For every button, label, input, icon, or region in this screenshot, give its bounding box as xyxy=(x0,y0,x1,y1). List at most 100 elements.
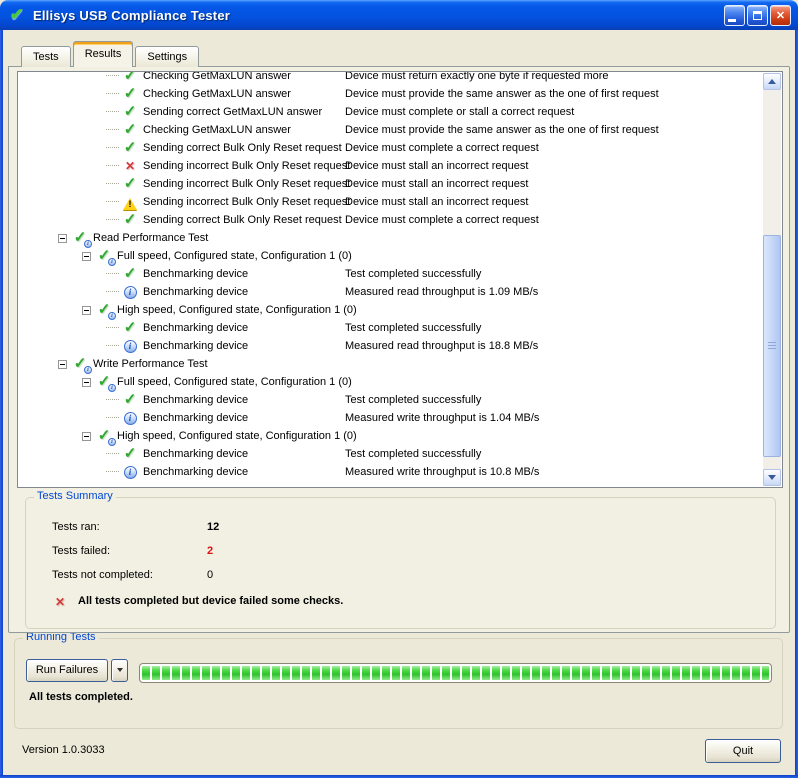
close-icon: ✕ xyxy=(776,9,785,22)
minimize-icon xyxy=(728,19,736,22)
check-with-info-icon: i xyxy=(96,302,112,318)
tree-connector-line xyxy=(106,219,119,221)
maximize-button[interactable] xyxy=(747,5,768,26)
tree-item-label: Sending correct Bulk Only Reset request xyxy=(143,211,342,229)
tree-row[interactable]: iBenchmarking deviceMeasured write throu… xyxy=(18,463,763,481)
tab-tests[interactable]: Tests xyxy=(21,46,71,67)
summary-row-value: 12 xyxy=(207,521,219,533)
tree-row[interactable]: Benchmarking deviceTest completed succes… xyxy=(18,265,763,283)
close-button[interactable]: ✕ xyxy=(770,5,791,26)
quit-button[interactable]: Quit xyxy=(705,739,781,763)
check-with-info-icon: i xyxy=(72,230,88,246)
tree-row[interactable]: Sending incorrect Bulk Only Reset reques… xyxy=(18,157,763,175)
tree-row[interactable]: iBenchmarking deviceMeasured read throug… xyxy=(18,283,763,301)
tree-row[interactable]: Sending correct Bulk Only Reset requestD… xyxy=(18,139,763,157)
tree-item-label: Benchmarking device xyxy=(143,409,248,427)
check-icon xyxy=(122,71,138,84)
check-with-info-icon: i xyxy=(96,428,112,444)
tree-row[interactable]: Checking GetMaxLUN answerDevice must pro… xyxy=(18,121,763,139)
summary-row-label: Tests not completed: xyxy=(52,566,207,584)
minimize-button[interactable] xyxy=(724,5,745,26)
warn-icon: ! xyxy=(122,194,138,210)
tree-item-description: Device must stall an incorrect request xyxy=(345,175,528,193)
collapse-expander-icon[interactable] xyxy=(58,360,67,369)
tree-item-description: Measured read throughput is 18.8 MB/s xyxy=(345,337,538,355)
tree-item-description: Device must provide the same answer as t… xyxy=(345,121,659,139)
tree-row[interactable]: i Read Performance Test xyxy=(18,229,763,247)
run-options-dropdown-button[interactable] xyxy=(111,659,128,682)
tree-row[interactable]: ! Sending incorrect Bulk Only Reset reque… xyxy=(18,193,763,211)
chevron-up-icon xyxy=(768,79,776,84)
dropdown-arrow-icon xyxy=(117,668,123,672)
info-icon: i xyxy=(122,284,138,300)
tree-item-description: Device must provide the same answer as t… xyxy=(345,85,659,103)
app-checkmark-icon: ✔ xyxy=(7,5,27,25)
test-progress-fill xyxy=(142,666,769,680)
tree-row[interactable]: Sending incorrect Bulk Only Reset reques… xyxy=(18,175,763,193)
tests-summary-title: Tests Summary xyxy=(34,490,116,502)
collapse-expander-icon[interactable] xyxy=(82,432,91,441)
tests-summary-group: Tests Summary Tests ran:12Tests failed:2… xyxy=(25,497,776,629)
summary-row-label: Tests failed: xyxy=(52,542,207,560)
info-icon: i xyxy=(122,410,138,426)
scroll-down-button[interactable] xyxy=(763,469,781,486)
tree-row[interactable]: iFull speed, Configured state, Configura… xyxy=(18,373,763,391)
tree-item-label: Read Performance Test xyxy=(93,229,208,247)
tree-row[interactable]: iFull speed, Configured state, Configura… xyxy=(18,247,763,265)
tree-connector-line xyxy=(106,471,119,473)
tree-row[interactable]: i High speed, Configured state, Configura… xyxy=(18,301,763,319)
tree-item-description: Device must complete a correct request xyxy=(345,211,539,229)
window-border-left xyxy=(0,30,3,778)
tree-item-label: Benchmarking device xyxy=(143,319,248,337)
tree-row[interactable]: Benchmarking deviceTest completed succes… xyxy=(18,445,763,463)
chevron-down-icon xyxy=(768,475,776,480)
tree-item-label: Benchmarking device xyxy=(143,463,248,481)
tree-row[interactable]: Checking GetMaxLUN answerDevice must ret… xyxy=(18,71,763,85)
tree-item-label: Benchmarking device xyxy=(143,391,248,409)
summary-row-value: 0 xyxy=(207,569,213,581)
tree-row[interactable]: iHigh speed, Configured state, Configura… xyxy=(18,427,763,445)
tree-row[interactable]: iBenchmarking deviceMeasured read throug… xyxy=(18,337,763,355)
tree-row[interactable]: Sending correct GetMaxLUN answerDevice m… xyxy=(18,103,763,121)
summary-row: Tests not completed:0 xyxy=(52,566,213,584)
tree-item-description: Test completed successfully xyxy=(345,319,481,337)
check-with-info-icon: i xyxy=(96,374,112,390)
run-failures-button[interactable]: Run Failures xyxy=(26,659,108,682)
tree-connector-line xyxy=(106,111,119,113)
tree-row[interactable]: Benchmarking device Test completed succes… xyxy=(18,391,763,409)
tab-settings[interactable]: Settings xyxy=(135,46,199,67)
summary-status: All tests completed but device failed so… xyxy=(52,592,343,610)
vertical-scrollbar[interactable] xyxy=(763,73,781,486)
maximize-icon xyxy=(753,11,762,20)
tree-item-label: High speed, Configured state, Configurat… xyxy=(117,301,357,319)
tree-item-label: Sending incorrect Bulk Only Reset reques… xyxy=(143,193,350,211)
check-icon xyxy=(122,122,138,138)
collapse-expander-icon[interactable] xyxy=(82,306,91,315)
info-icon: i xyxy=(122,338,138,354)
tree-item-description: Measured write throughput is 10.8 MB/s xyxy=(345,463,539,481)
tree-connector-line xyxy=(106,399,119,401)
tree-item-description: Test completed successfully xyxy=(345,391,481,409)
tree-row[interactable]: Benchmarking device Test completed succes… xyxy=(18,319,763,337)
tab-results[interactable]: Results xyxy=(73,41,134,67)
app-window: { "window": { "title": "Ellisys USB Comp… xyxy=(0,0,798,778)
collapse-expander-icon[interactable] xyxy=(58,234,67,243)
check-with-info-icon: i xyxy=(72,356,88,372)
tree-row[interactable]: i Write Performance Test xyxy=(18,355,763,373)
tree-row[interactable]: i Benchmarking device Measured write throu… xyxy=(18,409,763,427)
results-tree: Checking GetMaxLUN answerDevice must ret… xyxy=(17,71,783,488)
tree-row[interactable]: Checking GetMaxLUN answerDevice must pro… xyxy=(18,85,763,103)
tree-row[interactable]: Sending correct Bulk Only Reset requestD… xyxy=(18,211,763,229)
tree-item-description: Test completed successfully xyxy=(345,445,481,463)
tree-item-label: Checking GetMaxLUN answer xyxy=(143,71,291,85)
collapse-expander-icon[interactable] xyxy=(82,252,91,261)
tree-connector-line xyxy=(106,327,119,329)
tree-item-description: Measured write throughput is 1.04 MB/s xyxy=(345,409,539,427)
tree-item-label: Write Performance Test xyxy=(93,355,208,373)
scrollbar-thumb[interactable] xyxy=(763,235,781,457)
check-icon xyxy=(122,320,138,336)
collapse-expander-icon[interactable] xyxy=(82,378,91,387)
tree-connector-line xyxy=(106,201,119,203)
scroll-up-button[interactable] xyxy=(763,73,781,90)
tree-item-description: Device must stall an incorrect request xyxy=(345,157,528,175)
